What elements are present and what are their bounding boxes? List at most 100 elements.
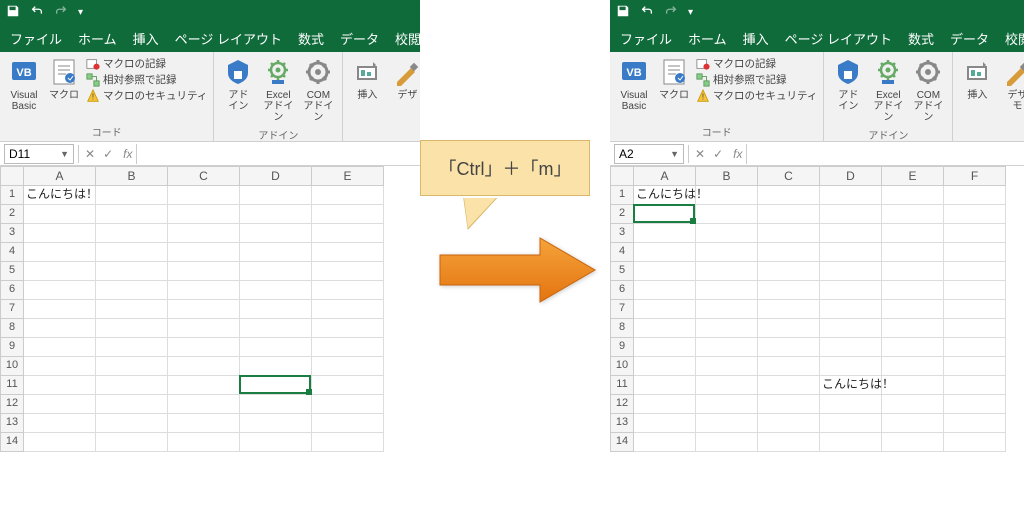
com-addins-button[interactable]: COM アドイン — [908, 54, 948, 125]
row-header[interactable]: 11 — [610, 376, 634, 395]
row-header[interactable]: 5 — [0, 262, 24, 281]
cell[interactable] — [168, 224, 240, 243]
cell[interactable] — [696, 186, 758, 205]
row-header[interactable]: 9 — [0, 338, 24, 357]
cell[interactable] — [882, 319, 944, 338]
cell[interactable] — [96, 262, 168, 281]
cell[interactable] — [312, 281, 384, 300]
cell[interactable] — [820, 319, 882, 338]
com-addins-button[interactable]: COM アドイン — [298, 54, 338, 125]
cell[interactable] — [24, 376, 96, 395]
cell[interactable] — [24, 243, 96, 262]
row-header[interactable]: 1 — [0, 186, 24, 205]
menu-tab[interactable]: 数式 — [298, 29, 324, 48]
column-header[interactable]: D — [820, 166, 882, 186]
redo-icon[interactable] — [54, 4, 68, 21]
cell[interactable] — [944, 338, 1006, 357]
cell[interactable] — [634, 376, 696, 395]
cell[interactable] — [882, 376, 944, 395]
cell[interactable] — [240, 338, 312, 357]
cell[interactable] — [168, 243, 240, 262]
select-all-corner[interactable] — [610, 166, 634, 186]
insert-control-button[interactable]: 挿入 — [957, 54, 997, 103]
cell[interactable] — [820, 433, 882, 452]
cell[interactable] — [696, 319, 758, 338]
cell[interactable] — [168, 186, 240, 205]
cell[interactable] — [24, 433, 96, 452]
cell[interactable] — [240, 395, 312, 414]
cell[interactable] — [696, 224, 758, 243]
cell[interactable] — [240, 205, 312, 224]
design-mode-button[interactable]: デザ モ — [997, 54, 1024, 114]
cell[interactable] — [240, 319, 312, 338]
cell[interactable] — [758, 281, 820, 300]
cell[interactable] — [758, 357, 820, 376]
cell[interactable] — [168, 319, 240, 338]
cell[interactable] — [24, 414, 96, 433]
cell[interactable] — [168, 205, 240, 224]
row-header[interactable]: 3 — [0, 224, 24, 243]
cell[interactable] — [634, 319, 696, 338]
cell[interactable] — [758, 395, 820, 414]
row-header[interactable]: 2 — [0, 205, 24, 224]
cell[interactable] — [168, 433, 240, 452]
record-macro-button[interactable]: マクロの記録 — [696, 56, 817, 71]
cell[interactable] — [168, 395, 240, 414]
cell[interactable] — [96, 205, 168, 224]
cell[interactable] — [312, 414, 384, 433]
row-header[interactable]: 11 — [0, 376, 24, 395]
cell[interactable]: こんにちは！ — [820, 376, 882, 395]
qat-customize-icon[interactable]: ▾ — [688, 7, 693, 18]
formula-input[interactable] — [746, 144, 1024, 164]
menu-tab[interactable]: データ — [340, 29, 379, 48]
row-header[interactable]: 12 — [0, 395, 24, 414]
cell[interactable] — [168, 376, 240, 395]
cell[interactable] — [634, 395, 696, 414]
cell[interactable] — [882, 224, 944, 243]
cell[interactable] — [312, 357, 384, 376]
column-header[interactable]: B — [696, 166, 758, 186]
cell[interactable] — [634, 224, 696, 243]
row-header[interactable]: 13 — [0, 414, 24, 433]
cell[interactable] — [944, 414, 1006, 433]
excel-addins-button[interactable]: Excel アドイン — [258, 54, 298, 125]
cell[interactable] — [24, 281, 96, 300]
menu-tab[interactable]: 挿入 — [743, 29, 769, 48]
cell[interactable] — [882, 338, 944, 357]
visual-basic-button[interactable]: VBVisual Basic — [4, 54, 44, 114]
cell[interactable] — [820, 300, 882, 319]
cell[interactable] — [882, 186, 944, 205]
spreadsheet-grid[interactable]: ABCDE1こんにちは！234567891011121314 — [0, 166, 420, 452]
cell[interactable] — [240, 357, 312, 376]
redo-icon[interactable] — [664, 4, 678, 21]
cell[interactable] — [168, 338, 240, 357]
cell[interactable] — [944, 186, 1006, 205]
cell[interactable] — [168, 357, 240, 376]
row-header[interactable]: 7 — [610, 300, 634, 319]
cancel-icon[interactable]: ✕ — [85, 147, 95, 161]
row-header[interactable]: 14 — [610, 433, 634, 452]
cell[interactable] — [24, 319, 96, 338]
cell[interactable] — [944, 376, 1006, 395]
cell[interactable] — [882, 300, 944, 319]
cell[interactable] — [696, 262, 758, 281]
row-header[interactable]: 4 — [0, 243, 24, 262]
row-header[interactable]: 9 — [610, 338, 634, 357]
cell[interactable] — [882, 357, 944, 376]
cell[interactable] — [820, 414, 882, 433]
cell[interactable] — [312, 395, 384, 414]
row-header[interactable]: 7 — [0, 300, 24, 319]
cell[interactable] — [240, 300, 312, 319]
cell[interactable] — [696, 414, 758, 433]
cell[interactable] — [696, 338, 758, 357]
save-icon[interactable] — [616, 4, 630, 21]
menu-tab[interactable]: ホーム — [688, 29, 727, 48]
row-header[interactable]: 10 — [0, 357, 24, 376]
cell[interactable] — [634, 338, 696, 357]
cell[interactable] — [96, 243, 168, 262]
row-header[interactable]: 6 — [0, 281, 24, 300]
row-header[interactable]: 2 — [610, 205, 634, 224]
cell[interactable] — [24, 357, 96, 376]
row-header[interactable]: 8 — [610, 319, 634, 338]
addins-button[interactable]: アド イン — [828, 54, 868, 114]
